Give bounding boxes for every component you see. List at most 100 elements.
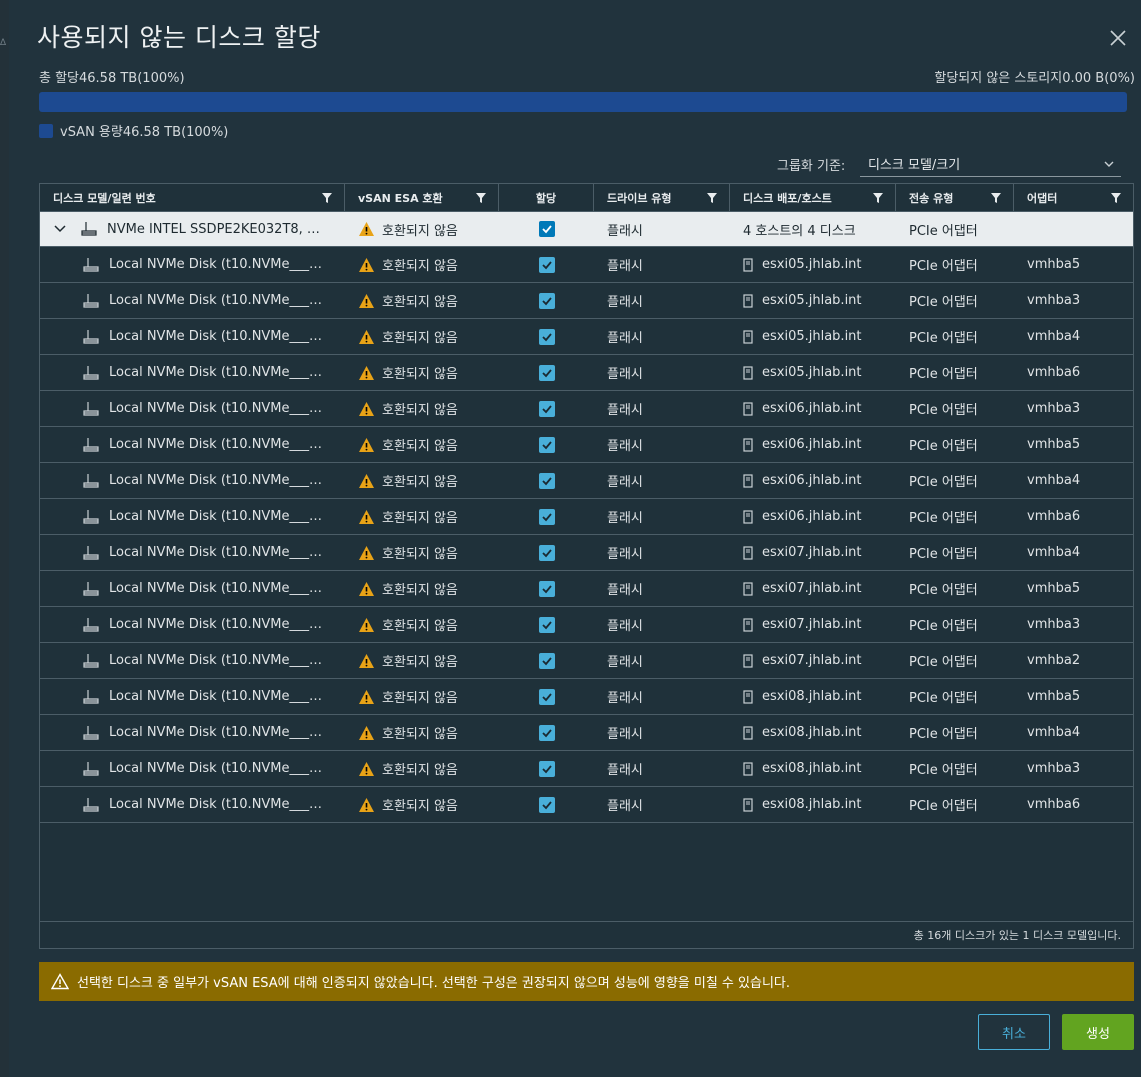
allocate-checkbox[interactable] <box>538 400 555 417</box>
column-header-adapter[interactable]: 어댑터 <box>1014 184 1133 212</box>
adapter: vmhba3 <box>1027 401 1081 416</box>
allocate-checkbox[interactable] <box>538 364 555 381</box>
warning-icon <box>359 222 374 236</box>
disk-name-cell: Local NVMe Disk (t10.NVMe____I... <box>40 247 345 282</box>
compat-cell: 호환되지 않음 <box>345 355 499 390</box>
group-model-name: NVMe INTEL SSDPE2KE032T8, 2.9... <box>107 221 325 237</box>
drive-type: 플래시 <box>607 763 643 778</box>
grid-header: 디스크 모델/일련 번호 vSAN ESA 호환 할당 드라이브 유형 디스크 … <box>40 184 1133 212</box>
allocate-checkbox[interactable] <box>538 760 555 777</box>
allocate-cell <box>499 427 594 462</box>
allocate-cell <box>499 355 594 390</box>
column-header-drive-type[interactable]: 드라이브 유형 <box>594 184 730 212</box>
warning-icon <box>359 797 374 812</box>
warning-icon <box>359 725 374 740</box>
filter-icon[interactable] <box>707 193 717 203</box>
adapter: vmhba3 <box>1027 761 1081 776</box>
compat-cell: 호환되지 않음 <box>345 679 499 714</box>
table-row[interactable]: Local NVMe Disk (t10.NVMe____I... 호환되지 않음… <box>40 319 1133 355</box>
warning-icon <box>359 473 374 488</box>
filter-icon[interactable] <box>1111 193 1121 203</box>
filter-icon[interactable] <box>476 193 486 203</box>
column-header-allocate[interactable]: 할당 <box>499 184 594 212</box>
host-icon <box>743 401 753 416</box>
warning-icon <box>359 509 374 524</box>
column-header-transport[interactable]: 전송 유형 <box>896 184 1014 212</box>
table-row[interactable]: Local NVMe Disk (t10.NVMe____I... 호환되지 않음… <box>40 463 1133 499</box>
table-row[interactable]: Local NVMe Disk (t10.NVMe____I... 호환되지 않음… <box>40 607 1133 643</box>
capacity-bar-fill <box>39 92 1127 112</box>
table-row[interactable]: Local NVMe Disk (t10.NVMe____I... 호환되지 않음… <box>40 427 1133 463</box>
drive-type: 플래시 <box>607 475 643 490</box>
disk-icon <box>83 617 99 632</box>
compat-status: 호환되지 않음 <box>382 475 458 490</box>
allocate-checkbox[interactable] <box>538 328 555 345</box>
table-row[interactable]: Local NVMe Disk (t10.NVMe____I... 호환되지 않음… <box>40 679 1133 715</box>
allocate-checkbox[interactable] <box>538 724 555 741</box>
background-page-edge: ∆ <box>0 0 9 1077</box>
compat-cell: 호환되지 않음 <box>345 607 499 642</box>
host-icon <box>743 509 753 524</box>
host-name: esxi07.jhlab.int <box>762 545 862 560</box>
allocate-cell <box>499 499 594 534</box>
table-row[interactable]: Local NVMe Disk (t10.NVMe____I... 호환되지 않음… <box>40 535 1133 571</box>
group-by-label: 그룹화 기준: <box>777 159 846 174</box>
close-icon[interactable] <box>1109 29 1127 47</box>
disk-name-cell: Local NVMe Disk (t10.NVMe____I... <box>40 643 345 678</box>
allocate-checkbox[interactable] <box>538 256 555 273</box>
table-row[interactable]: Local NVMe Disk (t10.NVMe____I... 호환되지 않음… <box>40 787 1133 823</box>
group-by-select[interactable]: 디스크 모델/크기 <box>860 151 1121 177</box>
table-row[interactable]: Local NVMe Disk (t10.NVMe____I... 호환되지 않음… <box>40 751 1133 787</box>
filter-icon[interactable] <box>322 193 332 203</box>
table-row[interactable]: Local NVMe Disk (t10.NVMe____I... 호환되지 않음… <box>40 715 1133 751</box>
background-glyph: ∆ <box>0 38 7 48</box>
allocate-checkbox[interactable] <box>538 292 555 309</box>
allocate-checkbox[interactable] <box>538 544 555 561</box>
allocate-checkbox[interactable] <box>538 652 555 669</box>
disk-icon <box>83 473 99 488</box>
host-icon <box>743 725 753 740</box>
allocate-checkbox[interactable] <box>538 580 555 597</box>
allocate-checkbox[interactable] <box>538 688 555 705</box>
drive-type: 플래시 <box>607 295 643 310</box>
chevron-down-icon[interactable] <box>53 222 67 236</box>
column-header-host[interactable]: 디스크 배포/호스트 <box>730 184 896 212</box>
column-header-compat[interactable]: vSAN ESA 호환 <box>345 184 499 212</box>
table-row[interactable]: Local NVMe Disk (t10.NVMe____I... 호환되지 않음… <box>40 283 1133 319</box>
compat-status: 호환되지 않음 <box>382 403 458 418</box>
table-row[interactable]: Local NVMe Disk (t10.NVMe____I... 호환되지 않음… <box>40 643 1133 679</box>
adapter: vmhba5 <box>1027 437 1081 452</box>
allocate-cell <box>499 607 594 642</box>
host-name: esxi06.jhlab.int <box>762 473 862 488</box>
allocate-checkbox[interactable] <box>538 796 555 813</box>
column-header-model[interactable]: 디스크 모델/일련 번호 <box>40 184 345 212</box>
allocate-checkbox[interactable] <box>538 616 555 633</box>
filter-icon[interactable] <box>873 193 883 203</box>
group-row[interactable]: NVMe INTEL SSDPE2KE032T8, 2.9... 호환되지 않음… <box>40 212 1133 247</box>
allocate-checkbox[interactable] <box>538 508 555 525</box>
table-row[interactable]: Local NVMe Disk (t10.NVMe____I... 호환되지 않음… <box>40 391 1133 427</box>
filter-icon[interactable] <box>991 193 1001 203</box>
table-row[interactable]: Local NVMe Disk (t10.NVMe____I... 호환되지 않음… <box>40 499 1133 535</box>
create-button[interactable]: 생성 <box>1062 1014 1134 1050</box>
host-cell: esxi07.jhlab.int <box>730 535 896 570</box>
table-row[interactable]: Local NVMe Disk (t10.NVMe____I... 호환되지 않음… <box>40 571 1133 607</box>
host-name: esxi08.jhlab.int <box>762 761 862 776</box>
warning-icon <box>359 329 374 344</box>
table-row[interactable]: Local NVMe Disk (t10.NVMe____I... 호환되지 않음… <box>40 247 1133 283</box>
host-icon <box>743 329 753 344</box>
column-header-label: 전송 유형 <box>909 192 954 205</box>
warning-icon <box>359 689 374 704</box>
allocate-checkbox[interactable] <box>538 472 555 489</box>
allocate-checkbox[interactable] <box>538 221 555 237</box>
cancel-button[interactable]: 취소 <box>978 1014 1050 1050</box>
disk-name-cell: Local NVMe Disk (t10.NVMe____I... <box>40 355 345 390</box>
capacity-legend: vSAN 용량46.58 TB(100%) <box>39 121 228 140</box>
disk-name: Local NVMe Disk (t10.NVMe____I... <box>109 437 327 452</box>
allocate-checkbox[interactable] <box>538 436 555 453</box>
table-row[interactable]: Local NVMe Disk (t10.NVMe____I... 호환되지 않음… <box>40 355 1133 391</box>
compat-cell: 호환되지 않음 <box>345 427 499 462</box>
adapter: vmhba4 <box>1027 545 1081 560</box>
allocate-cell <box>499 463 594 498</box>
host-name: esxi05.jhlab.int <box>762 293 862 308</box>
